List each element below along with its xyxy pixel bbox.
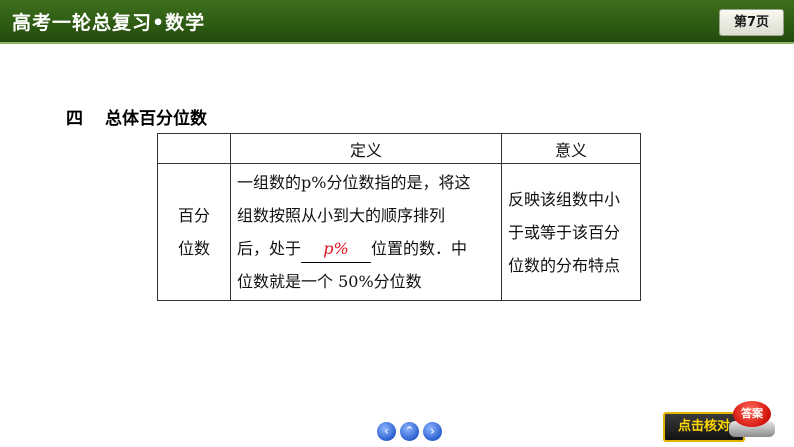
definition-suffix: 位置的数．中: [371, 239, 468, 258]
next-icon[interactable]: ›: [423, 422, 442, 441]
term-cell: 百分 位数: [157, 163, 231, 301]
definition-line: 位数就是一个 50%分位数: [237, 272, 422, 291]
header-bar: 高考一轮总复习•数学 第7页: [0, 0, 794, 42]
header-cell-meaning: 意义: [501, 133, 641, 164]
definition-line: 组数按照从小到大的顺序排列: [237, 206, 446, 225]
definition-cell: 一组数的p%分位数指的是，将这 组数按照从小到大的顺序排列 后，处于 p% 位置的数…: [230, 163, 502, 301]
meaning-line: 于或等于该百分: [508, 222, 621, 242]
header-cell-definition: 定义: [230, 133, 502, 164]
definition-line: 后，处于 p% 位置的数．中: [237, 232, 495, 265]
fill-in-blank-answer: p%: [301, 236, 372, 263]
answer-button[interactable]: 答案: [729, 401, 777, 439]
term-line: 位数: [177, 239, 210, 258]
section-number: 四: [66, 109, 83, 129]
prev-icon[interactable]: ‹: [377, 422, 396, 441]
answer-button-label: 答案: [733, 401, 771, 427]
header-title: 高考一轮总复习•数学: [12, 12, 206, 34]
header-divider: [0, 42, 794, 44]
table-header-row: 定义 意义: [157, 133, 641, 164]
section-title: 总体百分位数: [105, 109, 207, 129]
meaning-line: 反映该组数中小: [508, 189, 621, 209]
meaning-cell: 反映该组数中小 于或等于该百分 位数的分布特点: [501, 163, 641, 301]
definition-prefix: 后，处于: [237, 239, 302, 258]
term-line: 百分: [177, 206, 210, 225]
table-row: 百分 位数 一组数的p%分位数指的是，将这 组数按照从小到大的顺序排列 后，处于…: [157, 163, 641, 301]
header-cell-term: [157, 133, 231, 164]
definition-line: 一组数的p%分位数指的是，将这: [237, 173, 471, 192]
meaning-line: 位数的分布特点: [508, 255, 621, 275]
page-number-badge: 第7页: [719, 9, 784, 36]
home-icon[interactable]: ⌃: [400, 422, 419, 441]
definition-table: 定义 意义 百分 位数 一组数的p%分位数指的是，将这 组数按照从小到大的顺序排…: [157, 133, 641, 301]
section-heading: 四 总体百分位数: [66, 104, 207, 129]
